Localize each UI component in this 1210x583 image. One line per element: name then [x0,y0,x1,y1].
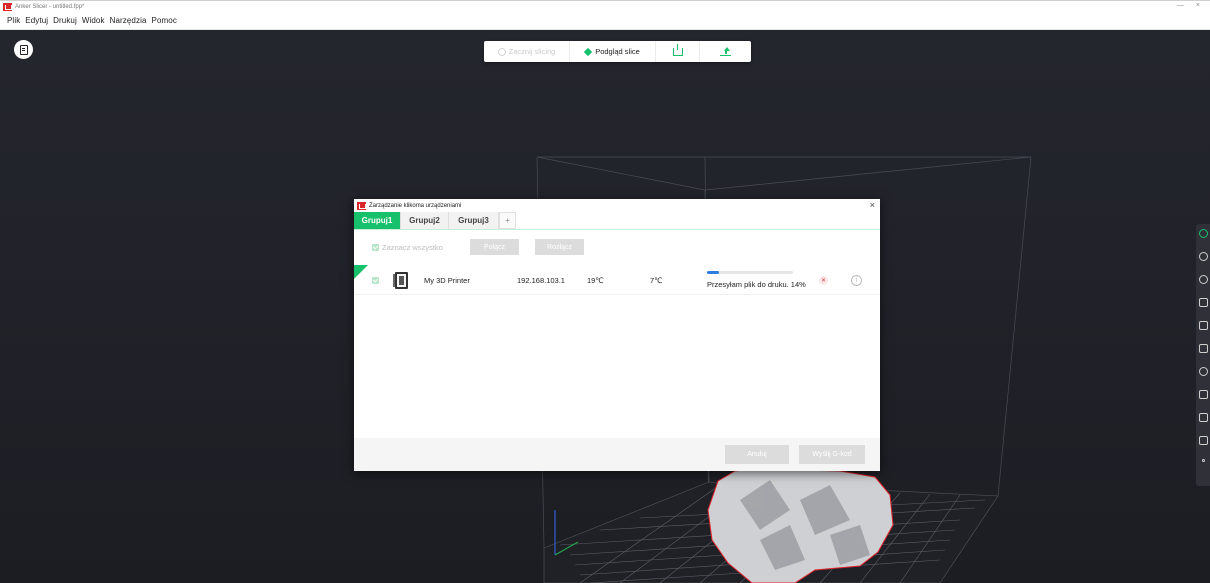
device-list: 1 My 3D Printer 192.168.103.198 19℃ 7℃ P… [354,262,880,438]
menu-file[interactable]: Plik [7,16,20,25]
preview-slice-button[interactable]: Podgląd slice [570,41,656,62]
menu-print[interactable]: Drukuj [53,16,77,25]
nozzle-temperature: 19℃ [587,276,604,285]
tab-divider [354,229,880,230]
support-icon[interactable] [1198,367,1208,376]
rotate-icon[interactable] [1198,275,1208,284]
add-group-tab-button[interactable]: + [499,212,516,229]
select-all-checkbox[interactable] [372,243,379,251]
upload-print-button[interactable] [700,41,751,62]
right-toolbar [1196,224,1210,486]
layers-icon [583,47,593,56]
settings-sliders-icon[interactable] [1198,436,1208,445]
connect-button[interactable]: Połącz [470,239,519,255]
bed-temperature: 7℃ [650,276,663,285]
device-name: My 3D Printer [424,276,470,285]
dialog-logo-icon [357,201,366,210]
device-status: Przesyłam plik do druku. 14% [707,280,806,289]
stop-upload-button[interactable]: × [819,276,828,285]
device-controls: Zaznacz wszystko Połącz Rozłącz [372,239,584,255]
app-logo-icon [3,2,12,11]
more-icon[interactable] [1201,459,1205,462]
export-button[interactable] [656,41,700,62]
device-row[interactable]: 1 My 3D Printer 192.168.103.198 19℃ 7℃ P… [354,265,880,295]
menu-edit[interactable]: Edytuj [25,16,48,25]
lay-flat-icon[interactable] [1198,390,1208,399]
move-icon[interactable] [1198,252,1208,261]
preview-slice-label: Podgląd slice [595,47,640,56]
menu-view[interactable]: Widok [82,16,105,25]
device-management-dialog: Zarządzanie klikoma urządzeniami × Grupu… [354,199,880,471]
minimize-button[interactable]: — [1177,2,1184,9]
window-titlebar: Anker Slicer - untitled.fpp* — × [0,0,1210,12]
printer-icon [393,272,410,289]
start-slicing-button[interactable]: Zacznij slicing [484,41,570,62]
device-info-button[interactable]: i [851,275,862,286]
close-window-button[interactable]: × [1196,2,1200,9]
tab-group3[interactable]: Grupuj3 [449,212,499,229]
upload-icon [720,47,731,56]
menu-tools[interactable]: Narzędzia [110,16,147,25]
menu-help[interactable]: Pomoc [152,16,177,25]
window-controls: — × [1177,2,1200,9]
device-ip: 192.168.103.198 [517,276,565,285]
start-slicing-label: Zacznij slicing [508,47,556,56]
tab-group1[interactable]: Grupuj1 [354,212,401,229]
disconnect-button[interactable]: Rozłącz [535,239,584,255]
dialog-title: Zarządzanie klikoma urządzeniami [369,202,462,209]
upload-progress-fill [707,271,720,274]
top-toolbar: Zacznij slicing Podgląd slice [484,41,751,62]
send-gcode-button[interactable]: Wyślij G-kod [799,445,865,464]
device-index-badge: 1 [354,265,368,284]
cut-icon[interactable] [1198,413,1208,422]
file-button[interactable] [14,40,33,59]
device-index: 1 [356,278,360,284]
document-icon [19,44,28,55]
download-icon [672,43,683,56]
scale-icon[interactable] [1198,298,1208,307]
add-object-icon[interactable] [1198,344,1208,353]
select-all-label: Zaznacz wszystko [382,242,443,252]
view-eye-icon[interactable] [1198,229,1208,238]
group-tabs: Grupuj1 Grupuj2 Grupuj3 + [354,212,516,229]
slice-icon [497,47,506,56]
tab-group2[interactable]: Grupuj2 [401,212,449,229]
device-checkbox[interactable] [372,277,379,284]
dialog-footer: Anuluj Wyślij G-kod [354,438,880,471]
dialog-close-button[interactable]: × [870,200,875,210]
cancel-button[interactable]: Anuluj [725,445,789,464]
menu-bar: Plik Edytuj Drukuj Widok Narzędzia Pomoc [0,12,1210,30]
window-title: Anker Slicer - untitled.fpp* [15,3,85,10]
upload-progress-bar [707,271,793,274]
mirror-icon[interactable] [1198,321,1208,330]
dialog-header: Zarządzanie klikoma urządzeniami × [354,199,880,212]
